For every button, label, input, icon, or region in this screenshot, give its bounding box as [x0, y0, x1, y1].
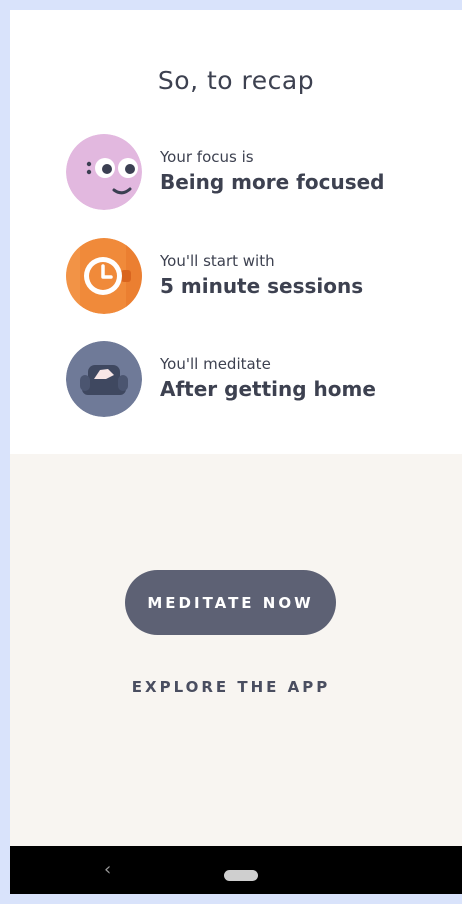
time-value: After getting home — [160, 377, 376, 401]
recap-item-session: You'll start with 5 minute sessions — [66, 238, 446, 316]
recap-panel: So, to recap Your focus is Being more fo… — [10, 10, 462, 454]
home-pill-icon[interactable] — [224, 870, 258, 881]
system-nav-bar: ‹ — [10, 846, 462, 894]
page-title: So, to recap — [157, 66, 315, 95]
actions-panel — [10, 454, 462, 856]
screen: So, to recap Your focus is Being more fo… — [10, 10, 462, 904]
session-label: You'll start with — [160, 252, 275, 270]
armchair-icon — [66, 341, 142, 417]
time-label: You'll meditate — [160, 355, 271, 373]
recap-item-focus: Your focus is Being more focused — [66, 134, 446, 212]
clock-icon — [66, 238, 142, 314]
focused-face-icon — [66, 134, 142, 210]
focus-value: Being more focused — [160, 170, 385, 194]
explore-app-link[interactable]: EXPLORE THE APP — [0, 678, 462, 696]
focus-label: Your focus is — [160, 148, 254, 166]
back-icon[interactable]: ‹ — [104, 859, 111, 880]
session-value: 5 minute sessions — [160, 274, 364, 298]
meditate-now-button[interactable]: MEDITATE NOW — [125, 570, 336, 635]
recap-item-time: You'll meditate After getting home — [66, 341, 446, 419]
